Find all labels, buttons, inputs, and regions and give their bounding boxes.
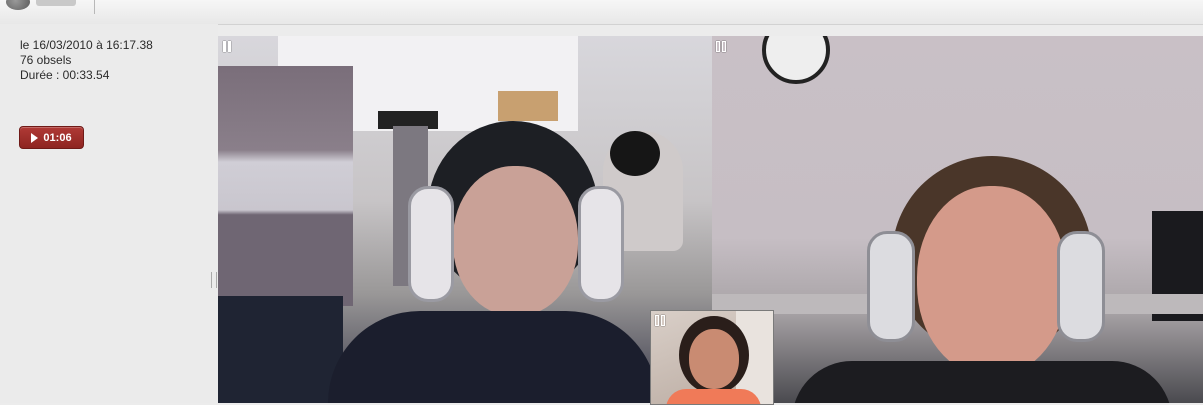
session-obsels: 76 obsels [20, 53, 72, 67]
subject-face [917, 186, 1067, 376]
pause-icon[interactable] [655, 315, 665, 326]
session-date: le 16/03/2010 à 16:17.38 [20, 38, 153, 52]
person-standing-legs [218, 296, 343, 403]
video-pip[interactable] [650, 310, 774, 405]
panel-resize-handle[interactable] [211, 272, 217, 288]
headset-right-cup [578, 186, 624, 302]
pause-icon[interactable] [716, 41, 726, 52]
headset-left-cup [408, 186, 454, 302]
headset-left-cup [867, 231, 915, 342]
play-icon [31, 132, 39, 143]
subject-body [792, 361, 1172, 403]
app-logo-text [36, 0, 76, 6]
pip-subject-face [689, 329, 739, 389]
session-info: le 16/03/2010 à 16:17.38 76 obsels Durée… [20, 38, 153, 83]
session-info-panel: le 16/03/2010 à 16:17.38 76 obsels Durée… [0, 24, 218, 403]
subject-face [453, 166, 578, 316]
top-bar [0, 0, 1203, 25]
wall-clock [762, 36, 830, 84]
session-duration: Durée : 00:33.54 [20, 68, 110, 82]
person-standing [218, 66, 353, 306]
headset-right-cup [1057, 231, 1105, 342]
app-logo [6, 0, 30, 10]
video-right[interactable] [712, 36, 1203, 403]
video-left[interactable] [218, 36, 712, 403]
play-button[interactable]: 01:06 [19, 126, 84, 149]
person-seated-head [610, 131, 660, 176]
cabinet-box [498, 91, 558, 121]
play-time-label: 01:06 [43, 131, 72, 144]
topbar-divider [94, 0, 95, 14]
pause-icon[interactable] [223, 41, 233, 52]
subject-body [328, 311, 658, 403]
